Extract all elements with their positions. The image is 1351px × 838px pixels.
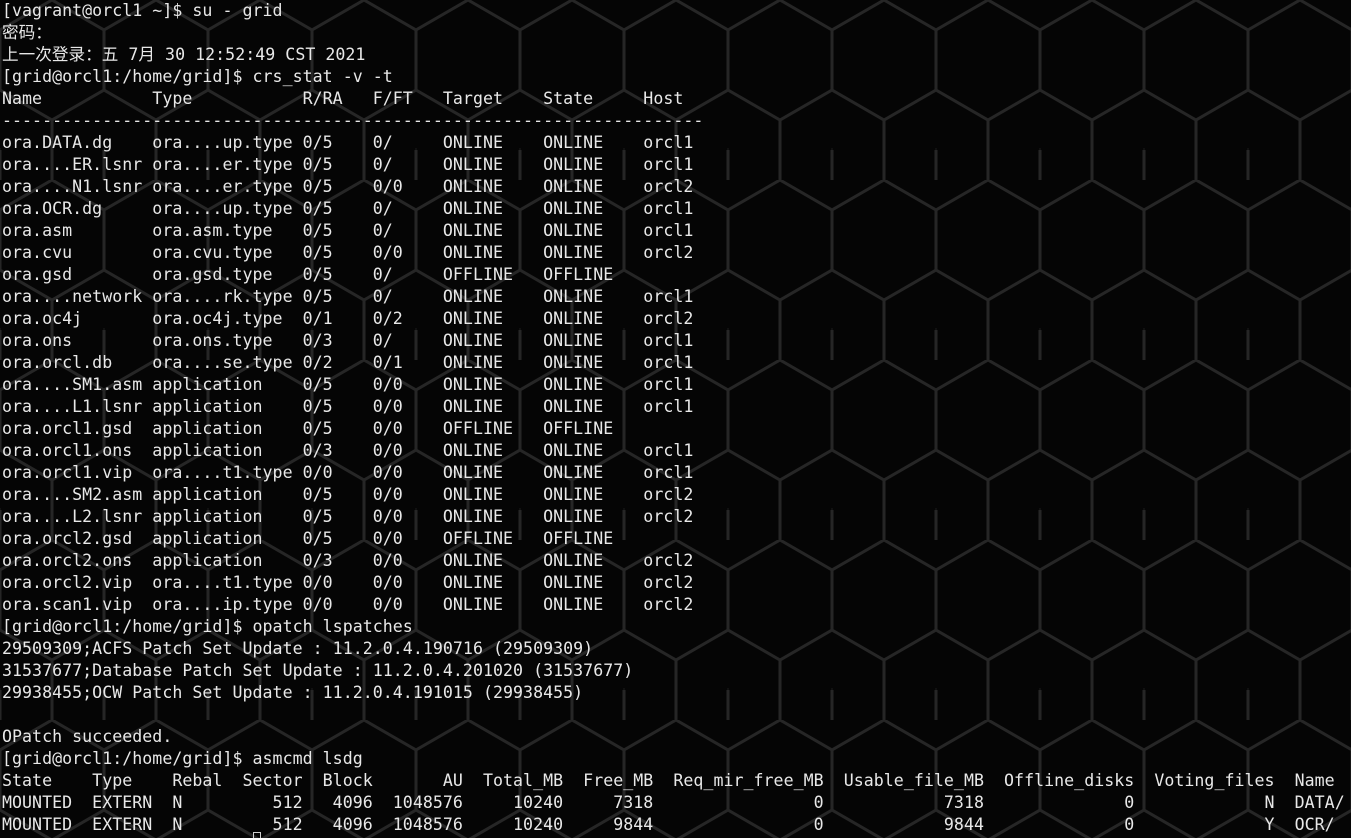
terminal-window[interactable]: [vagrant@orcl1 ~]$ su - grid 密码： 上一次登录：五 7… [0, 0, 1351, 838]
terminal-line: [grid@orcl1:/home/grid]$ asmcmd lsdg [2, 749, 363, 768]
terminal-line: OPatch succeeded. [2, 727, 173, 746]
terminal-line: [vagrant@orcl1 ~]$ su - grid [2, 1, 283, 20]
table-row: ora.orcl2.vip ora....t1.type 0/0 0/0 ONL… [2, 573, 694, 592]
table-header: State Type Rebal Sector Block AU Total_M… [2, 771, 1335, 790]
table-row: ora....L1.lsnr application 0/5 0/0 ONLIN… [2, 397, 694, 416]
table-row: ora.OCR.dg ora....up.type 0/5 0/ ONLINE … [2, 199, 694, 218]
table-row: ora.orcl.db ora....se.type 0/2 0/1 ONLIN… [2, 353, 694, 372]
table-row: ora....SM2.asm application 0/5 0/0 ONLIN… [2, 485, 694, 504]
terminal-line: [grid@orcl1:/home/grid]$ crs_stat -v -t [2, 67, 393, 86]
table-row: ora....SM1.asm application 0/5 0/0 ONLIN… [2, 375, 694, 394]
text-cursor [253, 832, 261, 838]
table-row: ora.DATA.dg ora....up.type 0/5 0/ ONLINE… [2, 133, 694, 152]
patch-line: 29938455;OCW Patch Set Update : 11.2.0.4… [2, 683, 584, 702]
table-row: ora.gsd ora.gsd.type 0/5 0/ OFFLINE OFFL… [2, 265, 614, 284]
terminal-output: [vagrant@orcl1 ~]$ su - grid 密码： 上一次登录：五 7… [2, 0, 1345, 836]
table-header: Name Type R/RA F/FT Target State Host [2, 89, 684, 108]
table-row: MOUNTED EXTERN N 512 4096 1048576 10240 … [2, 793, 1345, 812]
table-row: ora....N1.lsnr ora....er.type 0/5 0/0 ON… [2, 177, 694, 196]
table-row: ora.orcl1.ons application 0/3 0/0 ONLINE… [2, 441, 694, 460]
table-row: ora.asm ora.asm.type 0/5 0/ ONLINE ONLIN… [2, 221, 694, 240]
table-row: ora.orcl2.ons application 0/3 0/0 ONLINE… [2, 551, 694, 570]
table-row: ora.scan1.vip ora....ip.type 0/0 0/0 ONL… [2, 595, 694, 614]
table-divider: ----------------------------------------… [2, 111, 704, 130]
table-row: ora....network ora....rk.type 0/5 0/ ONL… [2, 287, 694, 306]
terminal-line: 密码： [2, 23, 52, 42]
table-row: ora.orcl1.vip ora....t1.type 0/0 0/0 ONL… [2, 463, 694, 482]
table-row: ora....L2.lsnr application 0/5 0/0 ONLIN… [2, 507, 694, 526]
table-row: ora.orcl1.gsd application 0/5 0/0 OFFLIN… [2, 419, 614, 438]
terminal-line: 上一次登录：五 7月 30 12:52:49 CST 2021 [2, 45, 366, 64]
table-row: ora.oc4j ora.oc4j.type 0/1 0/2 ONLINE ON… [2, 309, 694, 328]
patch-line: 29509309;ACFS Patch Set Update : 11.2.0.… [2, 639, 594, 658]
terminal-line: [grid@orcl1:/home/grid]$ opatch lspatche… [2, 617, 413, 636]
table-row: ora.orcl2.gsd application 0/5 0/0 OFFLIN… [2, 529, 614, 548]
table-row: ora.cvu ora.cvu.type 0/5 0/0 ONLINE ONLI… [2, 243, 694, 262]
table-row: ora.ons ora.ons.type 0/3 0/ ONLINE ONLIN… [2, 331, 694, 350]
patch-line: 31537677;Database Patch Set Update : 11.… [2, 661, 634, 680]
table-row: MOUNTED EXTERN N 512 4096 1048576 10240 … [2, 815, 1335, 834]
table-row: ora....ER.lsnr ora....er.type 0/5 0/ ONL… [2, 155, 694, 174]
